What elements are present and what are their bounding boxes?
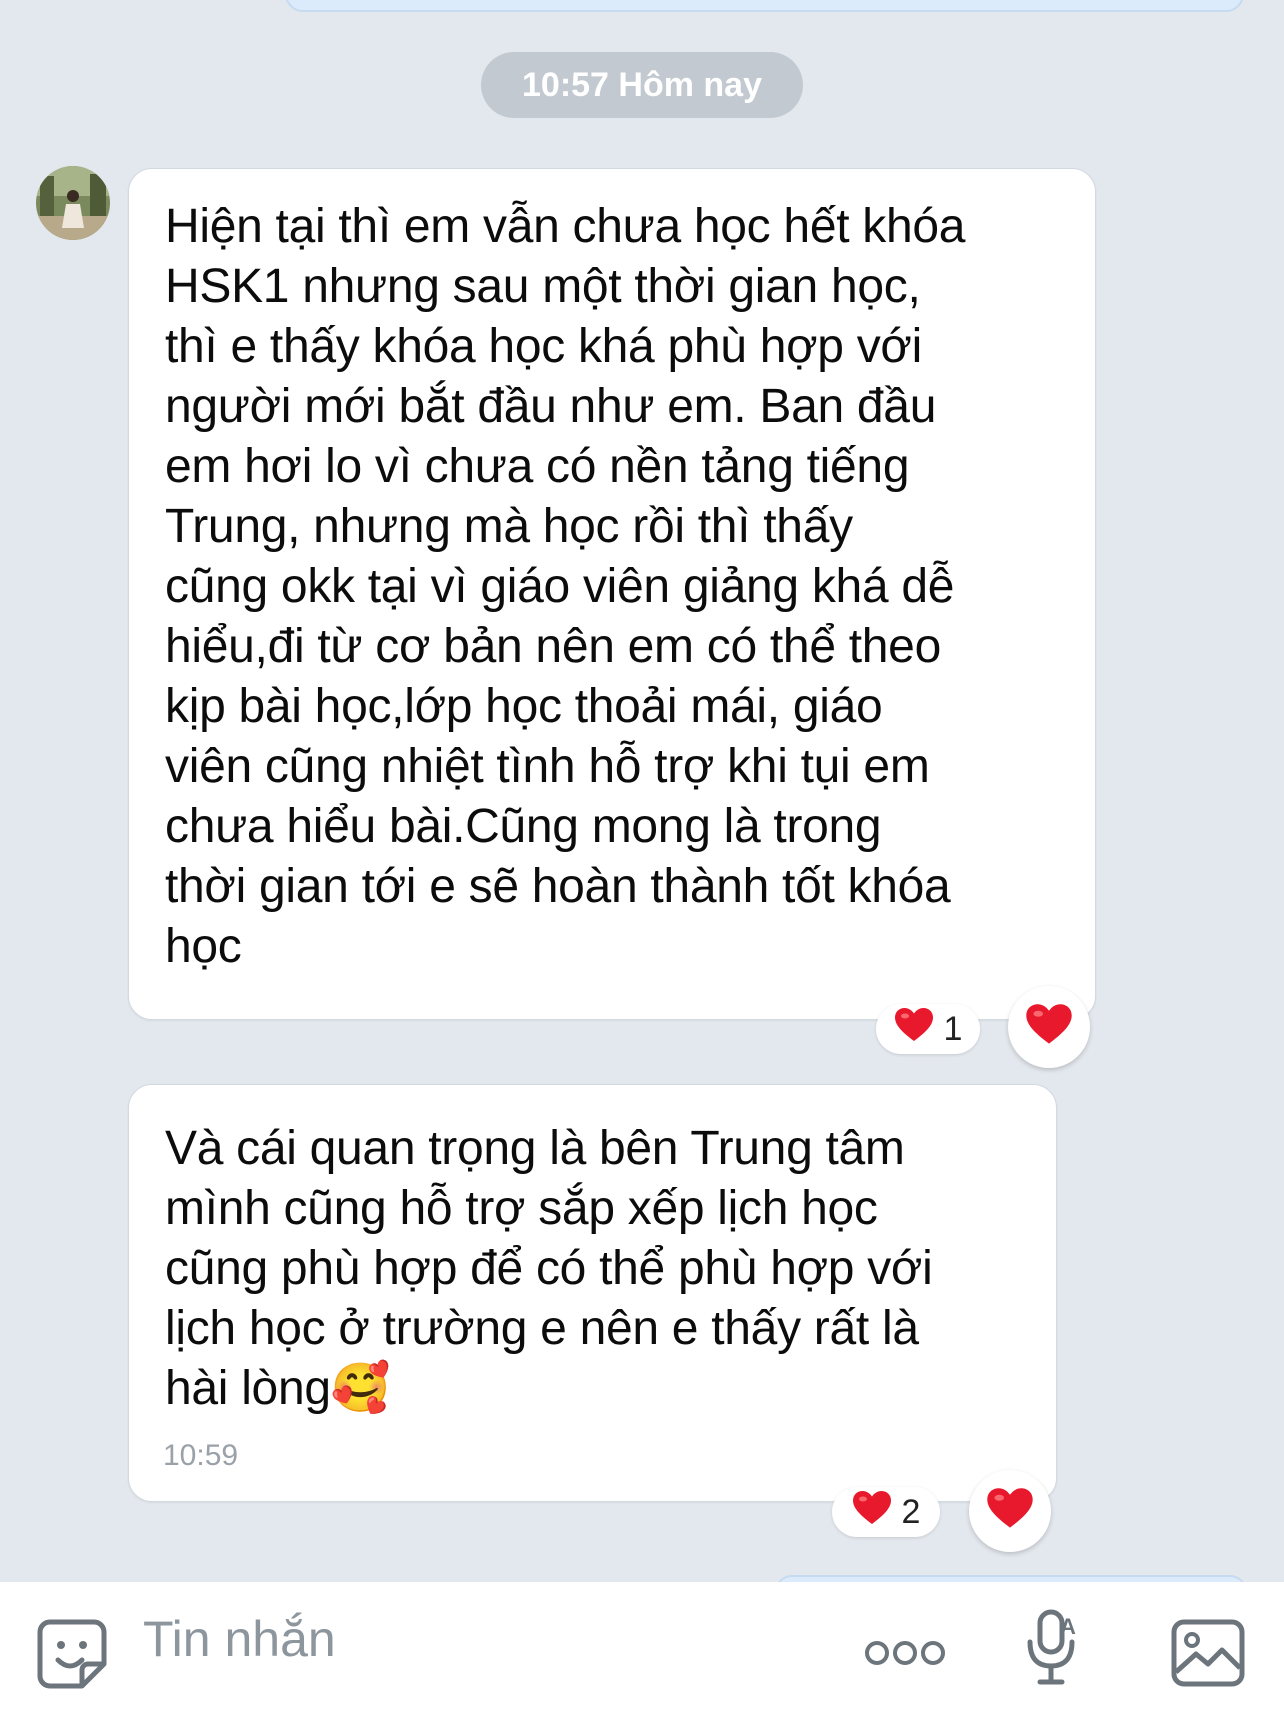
svg-text:A: A [1060,1614,1076,1639]
voice-to-text-icon[interactable]: A [1026,1608,1080,1693]
message-time: 10:59 [163,1439,239,1472]
message-bubble[interactable]: Và cái quan trọng là bên Trung tâm mình … [128,1084,1057,1502]
image-icon[interactable] [1170,1618,1246,1693]
heart-icon [852,1490,892,1535]
message-text: Và cái quan trọng là bên Trung tâm mình … [165,1122,933,1415]
sticker-icon[interactable] [36,1618,108,1695]
react-heart-button[interactable] [969,1470,1051,1552]
avatar[interactable] [36,166,110,240]
time-separator: 10:57 Hôm nay [481,52,803,118]
more-options-icon[interactable] [864,1638,946,1673]
message-bubble[interactable]: Hiện tại thì em vẫn chưa học hết khóa HS… [128,168,1096,1020]
reaction-summary[interactable]: 2 [832,1487,940,1537]
message-text: Hiện tại thì em vẫn chưa học hết khóa HS… [165,200,966,973]
message-input[interactable]: Tin nhắn [143,1610,336,1668]
heart-icon [1025,1003,1073,1051]
reaction-count: 2 [901,1492,921,1531]
previous-message-bubble[interactable] [285,0,1244,12]
heart-icon [894,1007,934,1052]
reaction-summary[interactable]: 1 [876,1004,980,1054]
heart-icon [986,1487,1034,1535]
reaction-count: 1 [943,1009,963,1048]
react-heart-button[interactable] [1008,986,1090,1068]
message-input-bar: Tin nhắn A [0,1582,1284,1712]
